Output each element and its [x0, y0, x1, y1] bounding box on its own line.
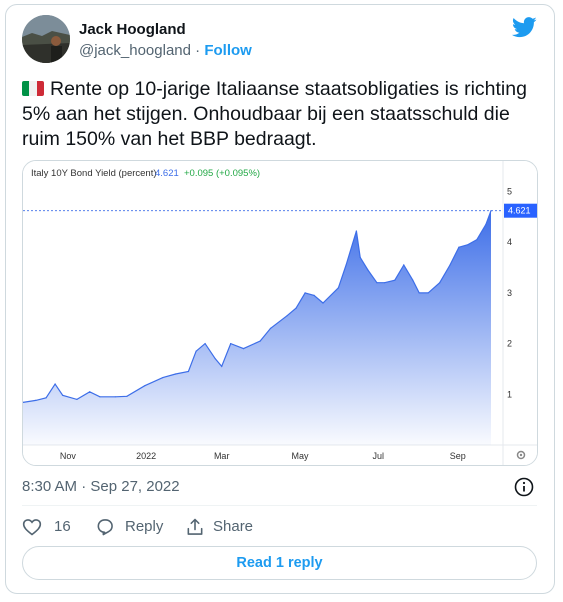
avatar-photo — [22, 15, 70, 63]
data-point — [175, 373, 177, 375]
chart-title: Italy 10Y Bond Yield (percent) — [31, 168, 157, 179]
y-tick-label: 4 — [507, 237, 512, 247]
handle-row: @jack_hoogland · Follow — [79, 42, 252, 59]
tweet-body: Rente op 10-jarige Italiaanse staatsobli… — [22, 78, 527, 150]
tweet-text: Rente op 10-jarige Italiaanse staatsobli… — [22, 77, 537, 152]
data-point — [394, 279, 396, 281]
data-point — [126, 395, 128, 397]
separator-dot: · — [195, 42, 201, 59]
data-point — [54, 383, 56, 385]
x-tick-label: May — [291, 451, 309, 461]
y-tick-label: 5 — [507, 186, 512, 196]
last-value-badge-label: 4.621 — [508, 206, 531, 216]
data-point — [114, 396, 116, 398]
data-point — [286, 315, 288, 317]
data-point — [458, 246, 460, 248]
like-button[interactable]: 16 — [22, 515, 82, 539]
like-count: 16 — [54, 518, 71, 535]
data-point — [214, 358, 216, 360]
data-point — [242, 348, 245, 350]
yield-chart: 4.621 Italy 10Y Bond Yield (percent) 4.6… — [23, 161, 537, 465]
read-replies-button[interactable]: Read 1 reply — [22, 546, 537, 580]
avatar[interactable] — [22, 15, 70, 63]
data-point — [384, 282, 386, 284]
data-point — [313, 294, 315, 296]
y-tick-label: 2 — [507, 339, 512, 349]
data-point — [345, 264, 347, 266]
display-name[interactable]: Jack Hoogland — [79, 21, 186, 38]
x-tick-label: Sep — [450, 451, 466, 461]
data-point — [367, 269, 369, 271]
user-handle[interactable]: @jack_hoogland — [79, 42, 191, 59]
data-point — [304, 292, 306, 294]
reply-icon — [97, 519, 113, 536]
chart-image[interactable]: 4.621 Italy 10Y Bond Yield (percent) 4.6… — [22, 160, 538, 466]
chart-change: +0.095 (+0.095%) — [184, 168, 260, 179]
share-label: Share — [213, 518, 254, 535]
data-point — [269, 327, 272, 329]
data-point — [467, 244, 469, 246]
x-tick-label: 2022 — [136, 451, 156, 461]
data-point — [195, 350, 197, 352]
share-icon — [187, 518, 203, 535]
x-tick-label: Mar — [214, 451, 230, 461]
data-point — [45, 397, 47, 399]
data-point — [162, 377, 164, 379]
data-point — [221, 365, 223, 367]
data-point — [476, 239, 478, 241]
y-tick-label: 1 — [507, 389, 512, 399]
data-point — [89, 391, 91, 393]
y-tick-label: 3 — [507, 288, 512, 298]
data-point — [427, 292, 429, 294]
data-point — [204, 343, 206, 345]
data-point — [439, 282, 441, 284]
data-point — [62, 394, 64, 396]
data-point — [418, 292, 420, 294]
data-point — [295, 307, 297, 309]
data-point — [76, 398, 78, 400]
tweet-timestamp[interactable]: 8:30 AM · Sep 27, 2022 — [22, 478, 180, 495]
reply-button[interactable]: Reply — [95, 515, 175, 539]
data-point — [35, 399, 37, 401]
x-tick-label: Nov — [60, 451, 77, 461]
data-point — [259, 340, 261, 342]
twitter-bird-icon[interactable] — [512, 17, 537, 38]
data-point — [187, 370, 189, 373]
data-point — [412, 279, 414, 281]
chart-last-value: 4.621 — [155, 168, 179, 179]
info-icon[interactable] — [514, 477, 534, 497]
data-point — [337, 287, 339, 289]
data-point — [355, 230, 357, 232]
divider — [22, 505, 537, 506]
heart-icon — [22, 519, 42, 536]
data-point — [144, 385, 146, 387]
data-point — [376, 282, 378, 284]
follow-button[interactable]: Follow — [204, 42, 252, 59]
data-point — [322, 302, 324, 304]
data-point — [230, 343, 232, 345]
reply-label: Reply — [125, 518, 164, 535]
data-point — [359, 256, 361, 258]
data-point — [403, 264, 405, 266]
x-tick-label: Jul — [372, 451, 384, 461]
share-button[interactable]: Share — [185, 515, 265, 539]
data-point — [449, 264, 451, 266]
italy-flag-icon — [22, 81, 44, 96]
data-point — [485, 223, 487, 225]
data-point — [99, 396, 101, 398]
